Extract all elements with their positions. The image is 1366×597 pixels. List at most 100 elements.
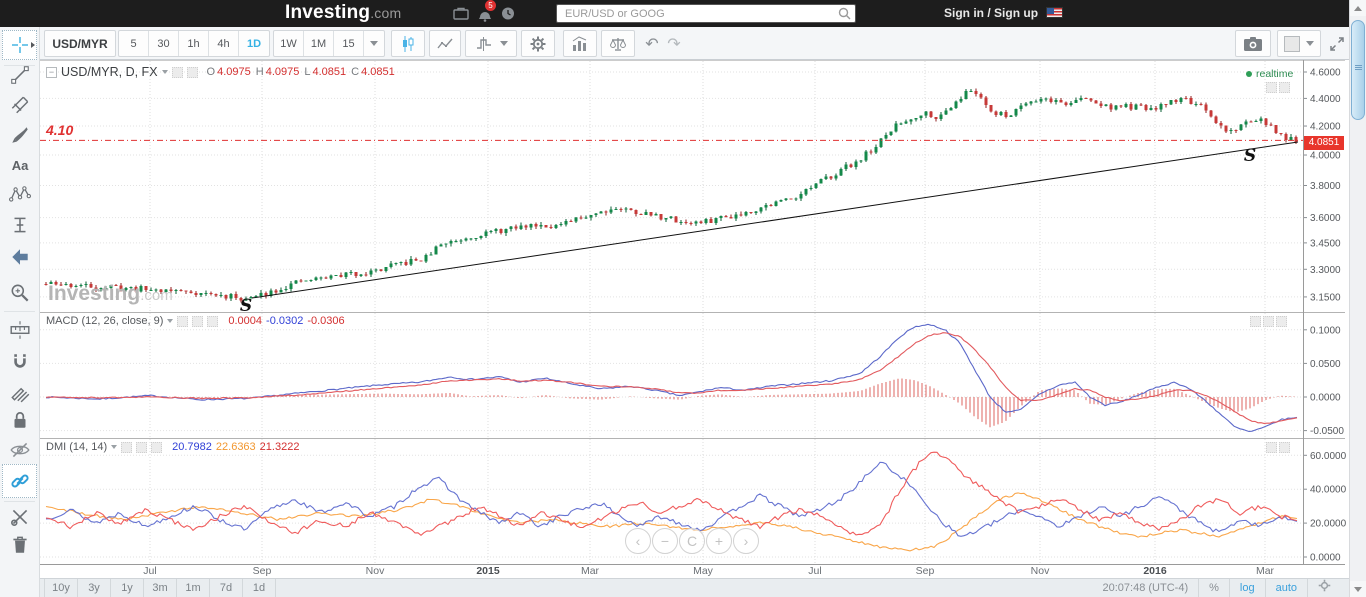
percent-scale-button[interactable]: % [1198, 579, 1229, 597]
background-color-dropdown[interactable] [1277, 30, 1321, 57]
sign-in-link[interactable]: Sign in [944, 6, 984, 20]
price-axis-tick: 4.6000 [1310, 68, 1341, 79]
line-style-button[interactable] [429, 30, 461, 57]
trendline-s-label-start[interactable]: S [240, 296, 252, 316]
dmi-visibility-icon[interactable] [121, 441, 133, 453]
timeframe-4h[interactable]: 4h [209, 31, 239, 56]
range-7d[interactable]: 7d [210, 579, 243, 597]
chevron-down-icon[interactable] [111, 445, 118, 449]
price-annotation-label[interactable]: 4.10 [46, 122, 73, 138]
tool-measure[interactable] [8, 318, 32, 342]
macd-settings-icon[interactable] [192, 315, 204, 327]
chevron-down-icon[interactable] [167, 319, 174, 323]
tool-pitchfork[interactable] [8, 93, 32, 117]
tool-zoom-in[interactable] [8, 281, 32, 305]
timeframe-5[interactable]: 5 [119, 31, 149, 56]
timeframe-more-dropdown[interactable] [364, 31, 384, 56]
chevron-down-icon[interactable] [161, 70, 168, 74]
fullscreen-button[interactable] [1325, 30, 1349, 57]
sign-up-link[interactable]: Sign up [994, 6, 1038, 20]
us-flag-icon[interactable] [1046, 7, 1063, 18]
scrollbar-down-button[interactable] [1350, 581, 1366, 597]
dmi-close-icon[interactable] [151, 441, 163, 453]
tool-trash[interactable] [8, 533, 32, 557]
indicators-button[interactable] [563, 30, 597, 57]
portfolio-icon[interactable] [452, 5, 470, 22]
x-axis-labels[interactable]: Jul Sep Nov 2015 Mar May Jul Sep Nov 2016 Mar [40, 565, 1303, 578]
compare-button[interactable] [601, 30, 635, 57]
pitchfork-icon [11, 96, 29, 114]
tool-text[interactable]: Aa [8, 153, 32, 177]
tool-crosshair[interactable] [2, 30, 37, 60]
macd-hist-value: 0.0004 [228, 315, 263, 327]
timeframe-1m[interactable]: 1M [304, 31, 334, 56]
series-settings-icon[interactable] [186, 66, 198, 78]
search-icon[interactable] [838, 7, 851, 20]
tool-settings-tools[interactable] [8, 505, 32, 529]
dmi-settings-icon[interactable] [136, 441, 148, 453]
log-scale-button[interactable]: log [1228, 579, 1265, 597]
scrollbar-up-button[interactable] [1350, 0, 1366, 16]
symbol-button[interactable]: USD/MYR [44, 30, 116, 57]
timeframe-30[interactable]: 30 [149, 31, 179, 56]
tool-lock-all[interactable] [8, 408, 32, 432]
macd-close-icon[interactable] [207, 315, 219, 327]
range-3m[interactable]: 3m [144, 579, 177, 597]
dmi-axis-tick: 0.0000 [1310, 553, 1341, 564]
tool-link[interactable] [2, 464, 37, 498]
series-visibility-icon[interactable] [171, 66, 183, 78]
recent-history-icon[interactable] [499, 5, 517, 22]
tool-hide-all[interactable] [8, 438, 32, 462]
bottom-settings-button[interactable] [1307, 578, 1341, 597]
timeframe-1d[interactable]: 1D [239, 31, 269, 56]
range-3y[interactable]: 3y [78, 579, 111, 597]
undo-button[interactable]: ↶ [641, 30, 663, 57]
tool-arrow-left[interactable] [8, 245, 32, 269]
search-input[interactable] [556, 4, 856, 23]
ohlc-low-value: 4.0851 [312, 66, 347, 78]
macd-visibility-icon[interactable] [177, 315, 189, 327]
scroll-left-button[interactable]: ‹ [625, 528, 651, 554]
trendline-s-label-end[interactable]: S [1244, 146, 1256, 166]
panel-close-icon[interactable] [1279, 442, 1290, 453]
chart-toolbar: USD/MYR 5 30 1h 4h 1D 1W 1M 15 ↶ ↷ [40, 27, 1349, 60]
range-1d[interactable]: 1d [243, 579, 276, 597]
range-1m[interactable]: 1m [177, 579, 210, 597]
tool-brush[interactable] [8, 123, 32, 147]
snapshot-button[interactable] [1235, 30, 1271, 57]
range-10y[interactable]: 10y [45, 579, 78, 597]
tool-trend-line[interactable] [8, 63, 32, 87]
page-scrollbar[interactable] [1349, 0, 1366, 597]
date-range-buttons: 10y 3y 1y 3m 1m 7d 1d [44, 579, 276, 597]
reset-view-button[interactable]: C [679, 528, 705, 554]
ohlc-open-value: 4.0975 [217, 66, 251, 78]
range-1y[interactable]: 1y [111, 579, 144, 597]
panel-settings-icon[interactable] [1279, 82, 1290, 93]
investing-logo[interactable]: Investing.com [285, 2, 401, 24]
tool-forecast[interactable] [8, 213, 32, 237]
timeframe-1w[interactable]: 1W [274, 31, 304, 56]
panel-maximize-icon[interactable] [1266, 442, 1277, 453]
tool-draw-sync[interactable] [8, 380, 32, 404]
panel-close-icon[interactable] [1276, 316, 1287, 327]
tool-magnet[interactable] [8, 350, 32, 374]
scroll-right-button[interactable]: › [733, 528, 759, 554]
timeframe-15[interactable]: 15 [334, 31, 364, 56]
scrollbar-thumb[interactable] [1351, 20, 1365, 120]
timeframe-1h[interactable]: 1h [179, 31, 209, 56]
zoom-in-button[interactable]: + [706, 528, 732, 554]
step-style-dropdown-button[interactable] [465, 30, 517, 57]
panel-up-icon[interactable] [1250, 316, 1261, 327]
tool-xabcd-pattern[interactable] [8, 183, 32, 207]
chart-settings-button[interactable] [521, 30, 555, 57]
trend-line-drawing[interactable] [251, 141, 1299, 299]
auto-scale-button[interactable]: auto [1264, 579, 1307, 597]
candlestick-style-button[interactable] [391, 30, 425, 57]
panel-maximize-icon[interactable] [1266, 82, 1277, 93]
redo-button[interactable]: ↷ [663, 30, 685, 57]
panel-maximize-icon[interactable] [1263, 316, 1274, 327]
zoom-out-button[interactable]: − [652, 528, 678, 554]
chart-canvas[interactable]: 4.6000 4.4000 4.2000 4.0000 3.8000 3.6000 3.45… [40, 60, 1349, 565]
macd-histogram [57, 378, 1295, 428]
collapse-panel-icon[interactable]: − [46, 66, 57, 78]
